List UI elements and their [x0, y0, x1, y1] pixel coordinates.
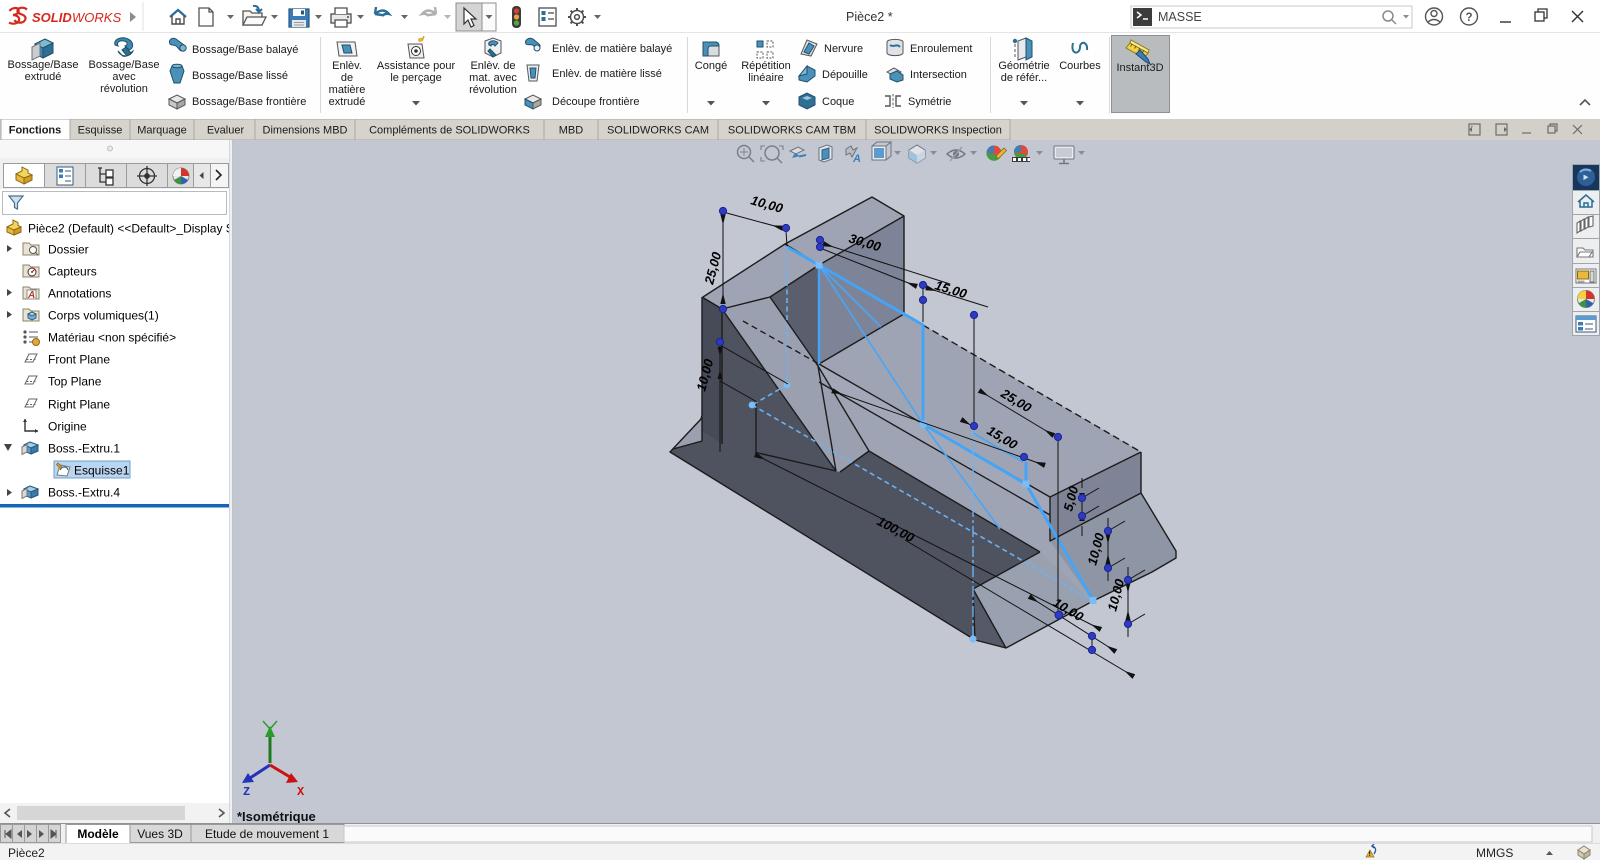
- svg-text:Bossage/Base frontière: Bossage/Base frontière: [192, 96, 306, 108]
- svg-text:Fonctions: Fonctions: [9, 125, 62, 137]
- svg-text:Bossage/Base balayé: Bossage/Base balayé: [192, 44, 298, 56]
- svg-text:de: de: [341, 72, 353, 84]
- svg-text:Modèle: Modèle: [77, 827, 119, 841]
- svg-text:A: A: [27, 290, 35, 301]
- svg-text:MMGS: MMGS: [1476, 846, 1513, 860]
- svg-text:Dimensions MBD: Dimensions MBD: [263, 125, 348, 137]
- svg-text:Bossage/Base lissé: Bossage/Base lissé: [192, 70, 288, 82]
- svg-text:Assistance pour: Assistance pour: [377, 60, 456, 72]
- svg-text:Bossage/Base: Bossage/Base: [89, 59, 160, 71]
- svg-text:avec: avec: [112, 71, 136, 83]
- svg-text:matière: matière: [329, 84, 366, 96]
- svg-text:Right Plane: Right Plane: [48, 398, 110, 412]
- svg-text:Symétrie: Symétrie: [908, 96, 951, 108]
- svg-text:Capteurs: Capteurs: [48, 265, 97, 279]
- svg-text:Top Plane: Top Plane: [48, 375, 102, 389]
- svg-text:SOLIDWORKS CAM: SOLIDWORKS CAM: [607, 125, 709, 137]
- svg-text:Instant3D: Instant3D: [1116, 62, 1163, 74]
- svg-text:extrudé: extrudé: [25, 71, 62, 83]
- svg-text:Courbes: Courbes: [1059, 60, 1101, 72]
- svg-text:Nervure: Nervure: [824, 43, 863, 55]
- svg-text:15,00: 15,00: [933, 278, 969, 302]
- svg-text:Congé: Congé: [695, 60, 727, 72]
- svg-text:*Isométrique: *Isométrique: [237, 809, 316, 823]
- svg-text:Pièce2: Pièce2: [8, 846, 45, 860]
- svg-text:SOLIDWORKS Inspection: SOLIDWORKS Inspection: [874, 125, 1002, 137]
- svg-text:Intersection: Intersection: [910, 69, 967, 81]
- svg-text:Front Plane: Front Plane: [48, 353, 110, 367]
- svg-text:Géométrie: Géométrie: [998, 60, 1049, 72]
- svg-text:Boss.-Extru.4: Boss.-Extru.4: [48, 486, 120, 500]
- svg-text:Enlèv. de: Enlèv. de: [470, 60, 515, 72]
- svg-text:révolution: révolution: [100, 83, 148, 95]
- svg-text:Matériau <non spécifié>: Matériau <non spécifié>: [48, 331, 176, 345]
- svg-text:linéaire: linéaire: [748, 72, 783, 84]
- svg-text:Enlèv. de matière balayé: Enlèv. de matière balayé: [552, 43, 672, 55]
- svg-text:Dossier: Dossier: [48, 243, 89, 257]
- svg-text:Bossage/Base: Bossage/Base: [8, 59, 79, 71]
- svg-text:Pièce2 *: Pièce2 *: [846, 10, 893, 24]
- svg-text:Pièce2 (Default) <<Default>_Di: Pièce2 (Default) <<Default>_Display S: [28, 222, 229, 236]
- svg-text:Enlèv.: Enlèv.: [332, 60, 362, 72]
- svg-text:WORKS: WORKS: [72, 10, 121, 25]
- svg-text:Corps volumiques(1): Corps volumiques(1): [48, 309, 159, 323]
- svg-text:?: ?: [1466, 12, 1473, 24]
- svg-text:Esquisse: Esquisse: [78, 125, 123, 137]
- svg-text:Evaluer: Evaluer: [207, 125, 245, 137]
- svg-text:Boss.-Extru.1: Boss.-Extru.1: [48, 442, 120, 456]
- svg-text:X: X: [297, 785, 305, 799]
- svg-text:révolution: révolution: [469, 84, 517, 96]
- svg-text:MBD: MBD: [559, 125, 584, 137]
- svg-text:Vues 3D: Vues 3D: [137, 827, 183, 841]
- svg-text:Z: Z: [243, 785, 250, 799]
- svg-text:extrudé: extrudé: [329, 96, 366, 108]
- svg-text:SOLIDWORKS CAM TBM: SOLIDWORKS CAM TBM: [728, 125, 856, 137]
- svg-text:le perçage: le perçage: [390, 72, 441, 84]
- svg-text:Esquisse1: Esquisse1: [74, 464, 130, 478]
- svg-text:SOLID: SOLID: [32, 10, 72, 25]
- svg-text:Etude de mouvement 1: Etude de mouvement 1: [205, 827, 329, 841]
- svg-text:25,00: 25,00: [701, 250, 724, 287]
- svg-text:Découpe frontière: Découpe frontière: [552, 96, 639, 108]
- svg-text:de référ...: de référ...: [1001, 72, 1047, 84]
- svg-text:A: A: [852, 153, 861, 165]
- svg-text:Enlèv. de matière lissé: Enlèv. de matière lissé: [552, 68, 662, 80]
- svg-text:Enroulement: Enroulement: [910, 43, 972, 55]
- svg-text:Répétition: Répétition: [741, 60, 791, 72]
- svg-text:10,00: 10,00: [749, 192, 785, 216]
- svg-text:MASSE: MASSE: [1158, 10, 1202, 24]
- svg-text:Annotations: Annotations: [48, 287, 111, 301]
- svg-text:mat. avec: mat. avec: [469, 72, 517, 84]
- svg-text:Coque: Coque: [822, 96, 854, 108]
- svg-text:!: !: [1369, 851, 1371, 858]
- svg-text:Dépouille: Dépouille: [822, 69, 868, 81]
- svg-text:Origine: Origine: [48, 420, 87, 434]
- svg-text:Compléments de SOLIDWORKS: Compléments de SOLIDWORKS: [369, 125, 530, 137]
- svg-text:Marquage: Marquage: [137, 125, 187, 137]
